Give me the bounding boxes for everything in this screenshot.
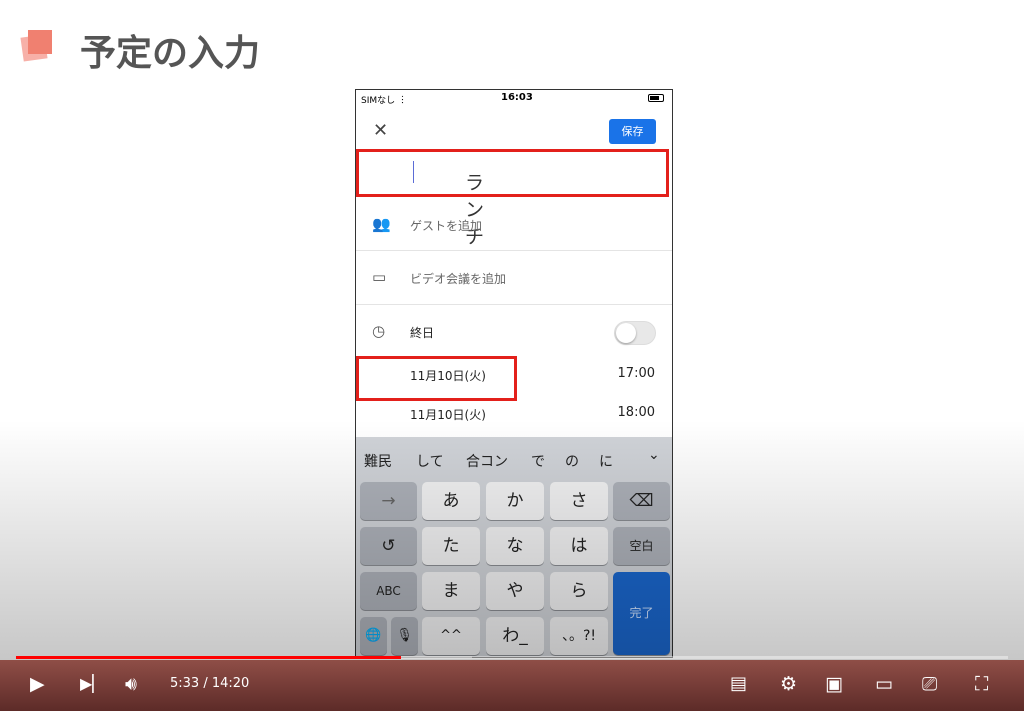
theater-mode-icon[interactable]: ▭ <box>875 672 893 696</box>
keyboard: 難民 して 合コン で の に ⌄ → あ か さ ⌫ ↺ た な は 空白 A… <box>356 437 672 657</box>
microphone-icon[interactable]: 🎙 <box>391 617 418 655</box>
event-title-input[interactable]: ランチ <box>356 149 669 248</box>
start-time[interactable]: 17:00 <box>618 366 655 381</box>
suggestion[interactable]: の <box>565 451 579 471</box>
key-ra[interactable]: ら <box>550 572 608 610</box>
video-icon: ▭ <box>372 268 387 286</box>
guests-icon: 👥 <box>372 215 391 233</box>
key-na[interactable]: な <box>486 527 544 565</box>
end-time[interactable]: 18:00 <box>618 405 655 420</box>
settings-gear-icon[interactable]: ⚙ <box>780 672 797 696</box>
key-abc[interactable]: ABC <box>360 572 417 610</box>
key-punctuation[interactable]: 、。?! <box>550 617 608 655</box>
highlight-box <box>356 356 517 401</box>
key-ma[interactable]: ま <box>422 572 480 610</box>
done-button[interactable]: 完了 <box>613 572 670 655</box>
slide-bullet-icon <box>20 30 52 62</box>
key-ta[interactable]: た <box>422 527 480 565</box>
phone-screen: SIMなし ︙ 16:03 ✕ 保存 ランチ 👥 ゲストを追加 ▭ ビデオ会議を… <box>355 89 673 658</box>
undo-icon[interactable]: ↺ <box>360 527 417 565</box>
key-ya[interactable]: や <box>486 572 544 610</box>
add-video-row[interactable]: ▭ ビデオ会議を追加 <box>356 251 672 305</box>
suggestion[interactable]: して <box>416 451 444 471</box>
save-button[interactable]: 保存 <box>609 119 656 144</box>
key-space[interactable]: 空白 <box>613 527 670 565</box>
key-a[interactable]: あ <box>422 482 480 520</box>
add-guests-row[interactable]: 👥 ゲストを追加 <box>356 199 672 251</box>
all-day-toggle[interactable] <box>614 321 656 345</box>
suggestion[interactable]: で <box>531 451 545 471</box>
end-date[interactable]: 11月10日(火) <box>410 406 486 423</box>
progress-played <box>16 656 401 659</box>
time-display: 5:33 / 14:20 <box>170 676 250 691</box>
miniplayer-icon[interactable]: ▣ <box>825 672 843 696</box>
status-bar: SIMなし ︙ 16:03 <box>356 90 672 106</box>
battery-icon <box>648 94 664 102</box>
suggestion[interactable]: に <box>599 451 613 471</box>
suggestion[interactable]: 難民 <box>364 451 392 471</box>
cast-icon[interactable]: ⎚ <box>922 672 937 696</box>
key-wa[interactable]: わ_ <box>486 617 544 655</box>
carrier-label: SIMなし ︙ <box>361 96 408 106</box>
all-day-row: ◷ 終日 <box>356 305 672 359</box>
key-ha[interactable]: は <box>550 527 608 565</box>
clock: 16:03 <box>501 92 533 103</box>
key-sa[interactable]: さ <box>550 482 608 520</box>
suggestion[interactable]: 合コン <box>466 451 508 471</box>
clock-icon: ◷ <box>372 322 386 340</box>
suggestion-bar: 難民 して 合コン で の に ⌄ <box>356 437 672 481</box>
volume-icon[interactable]: 🔊︎ <box>125 672 137 696</box>
key-ka[interactable]: か <box>486 482 544 520</box>
fullscreen-icon[interactable]: ⛶ <box>975 672 988 696</box>
key-emoticon[interactable]: ^^ <box>422 617 480 655</box>
play-icon[interactable]: ▶ <box>30 672 45 696</box>
wifi-icon: ︙ <box>398 96 408 106</box>
player-controls: ▶ ▶▏ 🔊︎ 5:33 / 14:20 ▤ ⚙ ▣ ▭ ⎚ ⛶ <box>0 660 1024 711</box>
close-icon[interactable]: ✕ <box>373 120 388 141</box>
progress-bar[interactable] <box>16 656 1008 659</box>
key-arrow[interactable]: → <box>360 482 417 520</box>
backspace-icon[interactable]: ⌫ <box>613 482 670 520</box>
chevron-down-icon[interactable]: ⌄ <box>648 447 660 463</box>
subtitles-icon[interactable]: ▤ <box>730 672 747 696</box>
next-icon[interactable]: ▶▏ <box>80 672 105 696</box>
slide-title: 予定の入力 <box>80 33 261 74</box>
globe-icon[interactable]: 🌐 <box>360 617 387 655</box>
video-frame[interactable]: 予定の入力 SIMなし ︙ 16:03 ✕ 保存 ランチ 👥 ゲストを追加 ▭ … <box>0 0 1024 711</box>
